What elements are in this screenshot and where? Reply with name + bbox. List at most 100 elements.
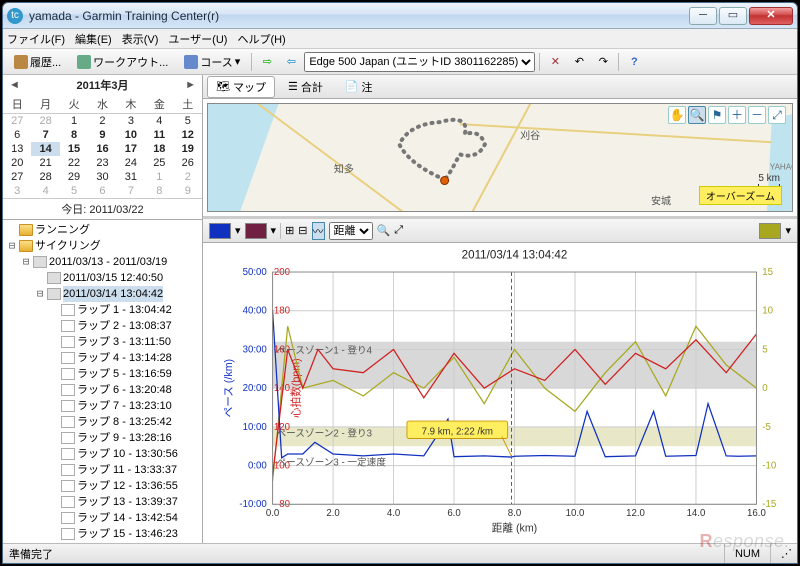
chart-zoom-fit[interactable]: ⤢: [394, 224, 403, 237]
tree-item[interactable]: ラップ 7 - 13:23:10: [77, 398, 172, 414]
redo-button[interactable]: ↷: [592, 52, 614, 72]
pan-tool[interactable]: ✋: [668, 106, 686, 124]
tab-totals[interactable]: ☰合計: [279, 76, 332, 98]
tree-item[interactable]: ラップ 13 - 13:39:37: [77, 494, 178, 510]
cal-day[interactable]: 25: [145, 156, 173, 170]
tree-item[interactable]: ラップ 2 - 13:08:37: [77, 318, 172, 334]
cal-day[interactable]: 20: [3, 156, 31, 170]
zoom-out-button[interactable]: －: [748, 106, 766, 124]
cal-day[interactable]: 9: [174, 184, 202, 198]
tree-item[interactable]: ラップ 3 - 13:11:50: [77, 334, 171, 350]
cal-day[interactable]: 16: [88, 142, 116, 156]
cal-day[interactable]: 2: [174, 170, 202, 184]
cal-day[interactable]: 8: [145, 184, 173, 198]
series-hr-toggle[interactable]: [245, 223, 267, 239]
tree-item[interactable]: 2011/03/15 12:40:50: [63, 270, 163, 286]
dropdown-icon[interactable]: ▾: [785, 224, 791, 237]
tree-item[interactable]: ラップ 6 - 13:20:48: [77, 382, 172, 398]
cal-today[interactable]: 今日: 2011/03/22: [3, 198, 202, 219]
minimize-button[interactable]: ─: [689, 7, 717, 25]
cal-day[interactable]: 5: [60, 184, 88, 198]
cal-day[interactable]: 17: [117, 142, 145, 156]
tree-item[interactable]: ラップ 9 - 13:28:16: [77, 430, 172, 446]
cal-day[interactable]: 4: [31, 184, 59, 198]
menu-help[interactable]: ヘルプ(H): [237, 31, 285, 47]
tree-item[interactable]: 2011/03/13 - 2011/03/19: [49, 254, 167, 270]
cal-day[interactable]: 30: [88, 170, 116, 184]
zoom-fit-button[interactable]: ⤢: [768, 106, 786, 124]
tree-item[interactable]: ラップ 1 - 13:04:42: [77, 302, 172, 318]
cal-day[interactable]: 8: [60, 128, 88, 142]
chart-mode-overlay[interactable]: 〰: [312, 222, 325, 240]
cal-day[interactable]: 21: [31, 156, 59, 170]
tab-notes[interactable]: 📄注: [336, 76, 382, 98]
cal-day[interactable]: 27: [3, 170, 31, 184]
help-button[interactable]: ?: [623, 52, 645, 72]
cal-day[interactable]: 9: [88, 128, 116, 142]
flag-tool[interactable]: ⚑: [708, 106, 726, 124]
tree-item[interactable]: ラップ 8 - 13:25:42: [77, 414, 172, 430]
series-elev-toggle[interactable]: [759, 223, 781, 239]
cal-day[interactable]: 5: [174, 114, 202, 129]
map-canvas[interactable]: 知多 刈谷 安城 YAHAGI ✋ 🔍 ⚑ ＋ － ⤢ 5 km オーバーズ: [207, 103, 793, 212]
cal-next[interactable]: ►: [185, 79, 196, 91]
cal-day[interactable]: 27: [3, 114, 31, 129]
cal-day[interactable]: 4: [145, 114, 173, 129]
chart-mode-2[interactable]: ⊟: [298, 224, 307, 237]
cal-day[interactable]: 1: [145, 170, 173, 184]
chart-mode-1[interactable]: ⊞: [285, 224, 294, 237]
undo-button[interactable]: ↶: [568, 52, 590, 72]
cal-day[interactable]: 3: [3, 184, 31, 198]
tree-item[interactable]: ランニング: [35, 222, 90, 238]
cal-day[interactable]: 31: [117, 170, 145, 184]
zoom-in-button[interactable]: ＋: [728, 106, 746, 124]
tree-item[interactable]: サイクリング: [35, 238, 101, 254]
history-button[interactable]: 履歴...: [7, 51, 68, 73]
cal-day[interactable]: 2: [88, 114, 116, 129]
course-button[interactable]: コース▾: [177, 51, 247, 73]
tree-item[interactable]: ラップ 5 - 13:16:59: [77, 366, 172, 382]
cal-day[interactable]: 6: [88, 184, 116, 198]
cal-day[interactable]: 11: [145, 128, 173, 142]
tree-item[interactable]: ラップ 11 - 13:33:37: [77, 462, 177, 478]
workout-button[interactable]: ワークアウト...: [70, 51, 175, 73]
menu-file[interactable]: ファイル(F): [7, 31, 65, 47]
cal-day[interactable]: 7: [31, 128, 59, 142]
dropdown-icon[interactable]: ▾: [235, 224, 241, 237]
menu-user[interactable]: ユーザー(U): [168, 31, 227, 47]
device-select[interactable]: Edge 500 Japan (ユニットID 3801162285): [304, 52, 535, 72]
cal-day[interactable]: 23: [88, 156, 116, 170]
cal-day[interactable]: 15: [60, 142, 88, 156]
tree-item[interactable]: ラップ 14 - 13:42:54: [77, 510, 178, 526]
maximize-button[interactable]: ▭: [719, 7, 747, 25]
cal-day[interactable]: 3: [117, 114, 145, 129]
cal-day[interactable]: 1: [60, 114, 88, 129]
receive-from-device-button[interactable]: ⇦: [280, 52, 302, 72]
zoom-tool[interactable]: 🔍: [688, 106, 706, 124]
tree-item[interactable]: ラップ 15 - 13:46:23: [77, 526, 178, 542]
cal-day[interactable]: 13: [3, 142, 31, 156]
send-to-device-button[interactable]: ⇨: [256, 52, 278, 72]
chart-canvas[interactable]: 2011/03/14 13:04:420.02.04.06.08.010.012…: [203, 243, 797, 543]
cal-day[interactable]: 7: [117, 184, 145, 198]
cal-day[interactable]: 29: [60, 170, 88, 184]
menu-edit[interactable]: 編集(E): [75, 31, 112, 47]
cal-day[interactable]: 6: [3, 128, 31, 142]
xaxis-select[interactable]: 距離: [329, 222, 373, 240]
tree-item[interactable]: ラップ 12 - 13:36:55: [77, 478, 178, 494]
activity-tree[interactable]: ランニング⊟サイクリング⊟2011/03/13 - 2011/03/192011…: [3, 220, 202, 543]
cal-day[interactable]: 18: [145, 142, 173, 156]
chart-zoom-in[interactable]: 🔍: [377, 224, 391, 237]
cal-prev[interactable]: ◄: [9, 79, 20, 91]
delete-button[interactable]: ✕: [544, 52, 566, 72]
tree-item[interactable]: ラップ 4 - 13:14:28: [77, 350, 172, 366]
cal-day[interactable]: 26: [174, 156, 202, 170]
cal-day[interactable]: 24: [117, 156, 145, 170]
close-button[interactable]: ✕: [749, 7, 793, 25]
cal-day[interactable]: 19: [174, 142, 202, 156]
cal-day[interactable]: 28: [31, 170, 59, 184]
tree-item[interactable]: ラップ 10 - 13:30:56: [77, 446, 178, 462]
cal-day[interactable]: 10: [117, 128, 145, 142]
dropdown-icon[interactable]: ▾: [271, 224, 277, 237]
menu-view[interactable]: 表示(V): [122, 31, 159, 47]
